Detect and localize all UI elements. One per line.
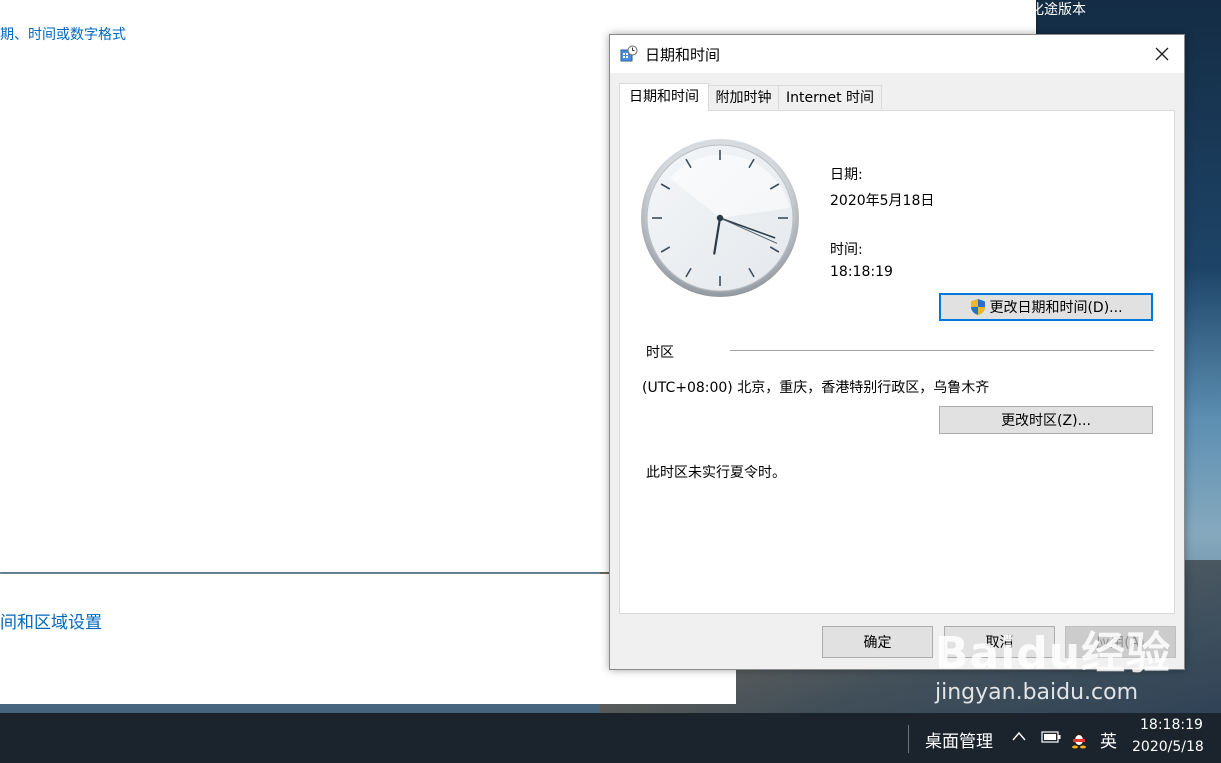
desktop-manager-button[interactable]: 桌面管理	[925, 727, 993, 752]
date-time-format-link[interactable]: 期、时间或数字格式	[0, 24, 126, 44]
battery-icon[interactable]	[1041, 731, 1061, 743]
taskbar-separator	[908, 725, 909, 753]
close-button[interactable]	[1140, 35, 1184, 73]
taskbar-date[interactable]: 2020/5/18	[1132, 739, 1204, 755]
timezone-divider	[730, 350, 1154, 351]
ime-indicator[interactable]: 英	[1100, 727, 1117, 752]
qq-penguin-icon[interactable]	[1068, 727, 1090, 749]
tab-panel-date-time: 日期: 2020年5月18日 时间: 18:18:19 更改日期和时间(D)..…	[619, 110, 1175, 614]
change-date-time-button[interactable]: 更改日期和时间(D)...	[939, 293, 1153, 321]
baidu-watermark: Baidu经验 jingyan.baidu.com	[935, 628, 1171, 706]
time-label: 时间:	[830, 242, 863, 258]
taskbar-time[interactable]: 18:18:19	[1140, 717, 1203, 733]
date-time-dialog: 日期和时间 日期和时间 附加时钟 Internet 时间 日期: 2020年5月…	[609, 34, 1185, 670]
uac-shield-icon	[971, 299, 986, 315]
region-settings-link[interactable]: 间和区域设置	[0, 608, 102, 633]
watermark-brand: Baidu经验	[935, 628, 1172, 679]
timezone-value: (UTC+08:00) 北京，重庆，香港特别行政区，乌鲁木齐	[642, 380, 990, 396]
date-value: 2020年5月18日	[830, 193, 935, 209]
dialog-title: 日期和时间	[645, 46, 721, 64]
dst-note: 此时区未实行夏令时。	[646, 465, 786, 481]
watermark-url: jingyan.baidu.com	[935, 680, 1139, 705]
tab-date-time[interactable]: 日期和时间	[619, 83, 709, 111]
tab-internet-time[interactable]: Internet 时间	[778, 85, 882, 109]
analog-clock	[641, 139, 799, 297]
close-icon	[1155, 47, 1169, 61]
timezone-section-label: 时区	[646, 345, 674, 361]
dialog-titlebar[interactable]: 日期和时间	[610, 35, 1184, 73]
chevron-up-icon[interactable]	[1012, 731, 1026, 741]
taskbar: 桌面管理 英 18:18:19 2020/5/18	[0, 713, 1221, 763]
ok-button[interactable]: 确定	[822, 626, 933, 658]
date-label: 日期:	[830, 167, 863, 183]
change-timezone-button[interactable]: 更改时区(Z)...	[939, 406, 1153, 434]
desktop-version-text: 化途版本	[1030, 2, 1086, 18]
change-date-time-label: 更改日期和时间(D)...	[989, 300, 1123, 316]
tab-additional-clocks[interactable]: 附加时钟	[708, 85, 779, 109]
date-time-app-icon	[620, 45, 638, 62]
time-value: 18:18:19	[830, 264, 893, 280]
